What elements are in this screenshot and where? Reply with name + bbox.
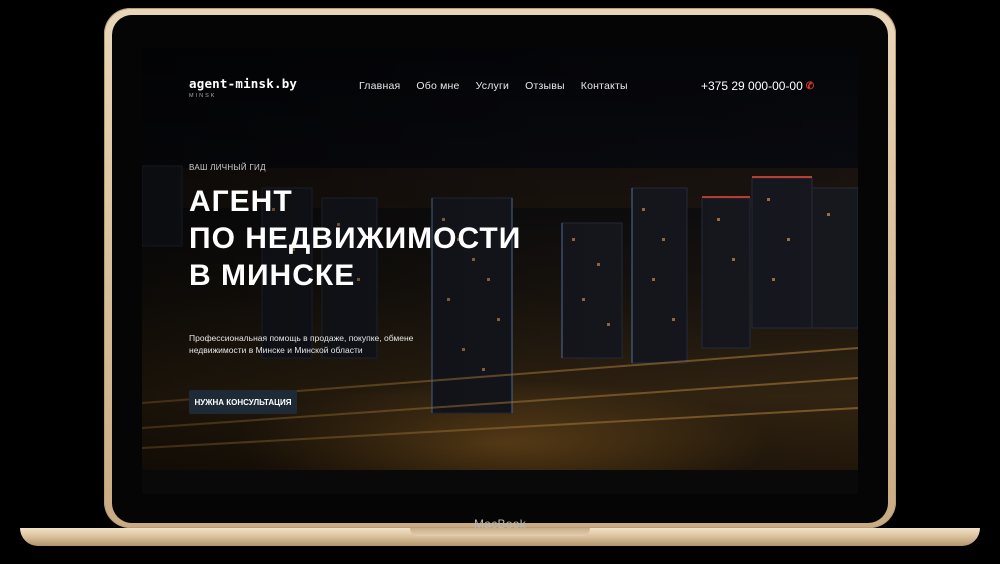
hero-title: АГЕНТ ПО НЕДВИЖИМОСТИ В МИНСКЕ bbox=[189, 183, 521, 294]
logo-subtitle: MINSK bbox=[189, 93, 217, 99]
screen-bottom-strip bbox=[142, 470, 858, 494]
site-logo[interactable]: agent-minsk.by MINSK bbox=[189, 76, 297, 99]
nav-item-services[interactable]: Услуги bbox=[476, 80, 510, 92]
phone-icon: ✆ bbox=[805, 80, 815, 92]
logo-name: agent-minsk.by bbox=[189, 76, 298, 91]
phone-link[interactable]: +375 29 000-00-00 ✆ bbox=[701, 79, 814, 93]
main-nav: Главная Обо мне Услуги Отзывы Контакты bbox=[359, 80, 628, 92]
nav-item-home[interactable]: Главная bbox=[359, 80, 400, 92]
hero-eyebrow: ВАШ ЛИЧНЫЙ ГИД bbox=[189, 163, 266, 172]
browser-screen: agent-minsk.by MINSK Главная Обо мне Усл… bbox=[142, 48, 858, 494]
hero-title-line: ПО НЕДВИЖИМОСТИ bbox=[189, 222, 522, 255]
hero-title-line: В МИНСКЕ bbox=[189, 259, 356, 292]
phone-number: +375 29 000-00-00 bbox=[701, 79, 803, 93]
hero-description-line: Профессиональная помощь в продаже, покуп… bbox=[189, 333, 414, 343]
hero-title-line: АГЕНТ bbox=[189, 185, 293, 218]
nav-item-contacts[interactable]: Контакты bbox=[581, 80, 628, 92]
hero-description-line: недвижимости в Минске и Минской области bbox=[189, 345, 363, 355]
laptop-base-notch bbox=[410, 528, 590, 536]
hero-description: Профессиональная помощь в продаже, покуп… bbox=[189, 332, 449, 356]
nav-item-reviews[interactable]: Отзывы bbox=[525, 80, 565, 92]
consultation-button[interactable]: НУЖНА КОНСУЛЬТАЦИЯ bbox=[189, 390, 297, 414]
nav-item-about[interactable]: Обо мне bbox=[416, 80, 459, 92]
